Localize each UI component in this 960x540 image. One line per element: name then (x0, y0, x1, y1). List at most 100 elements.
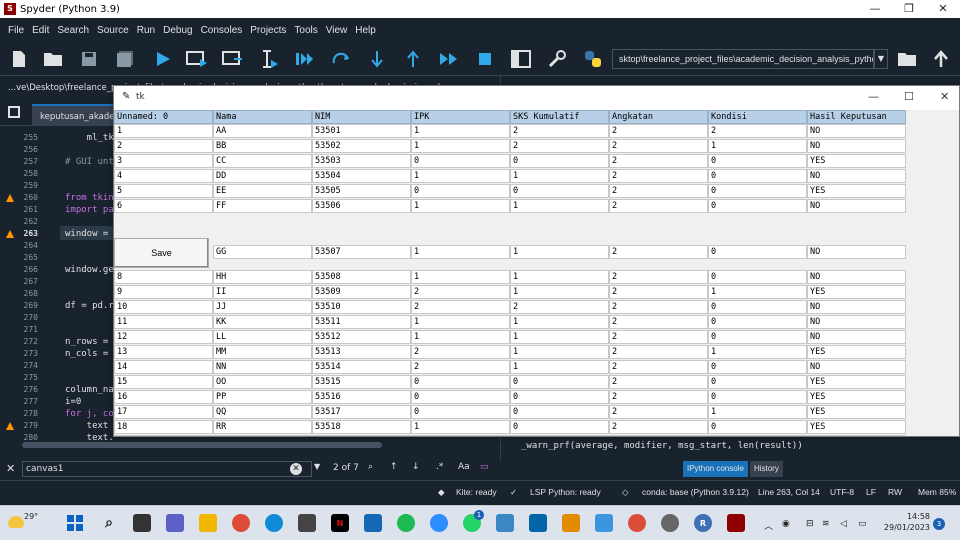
table-cell[interactable]: SS (213, 435, 312, 436)
table-cell[interactable]: 2 (609, 315, 708, 329)
debug-icon[interactable] (294, 49, 316, 69)
start-icon[interactable] (66, 514, 84, 532)
table-cell[interactable]: YES (807, 420, 906, 434)
run-cell-advance-icon[interactable] (222, 49, 244, 69)
stop-icon[interactable] (474, 49, 496, 69)
table-cell[interactable]: CC (213, 154, 312, 168)
editor-horizontal-scrollbar[interactable] (12, 440, 492, 450)
table-cell[interactable]: MM (213, 345, 312, 359)
table-cell[interactable]: 0 (708, 375, 807, 389)
working-directory-dropdown[interactable]: ▼ (874, 49, 888, 69)
table-cell[interactable]: 1 (708, 405, 807, 419)
menu-edit[interactable]: Edit (32, 25, 49, 36)
find-search-icon[interactable]: ⌕ (368, 462, 373, 472)
table-cell[interactable]: 2 (609, 169, 708, 183)
app-icon-tools[interactable] (562, 514, 580, 532)
edge-icon[interactable] (265, 514, 283, 532)
tray-chevron-icon[interactable]: ︿ (764, 519, 773, 532)
table-cell[interactable]: 19 (114, 435, 213, 436)
table-cell[interactable]: 2 (708, 124, 807, 138)
task-view-icon[interactable] (133, 514, 151, 532)
table-cell[interactable]: 18 (114, 420, 213, 434)
table-cell[interactable]: NO (807, 245, 906, 259)
wifi-icon[interactable]: ≋ (822, 519, 830, 529)
table-cell[interactable]: 2 (609, 405, 708, 419)
table-cell[interactable]: YES (807, 390, 906, 404)
table-cell[interactable]: 2 (510, 139, 609, 153)
table-cell[interactable]: 2 (609, 285, 708, 299)
browse-folder-icon[interactable] (896, 49, 918, 69)
find-previous-icon[interactable]: ↑ (390, 462, 398, 472)
menu-help[interactable]: Help (355, 25, 376, 36)
table-cell[interactable]: 53502 (312, 139, 411, 153)
table-cell[interactable]: 0 (510, 435, 609, 436)
table-cell[interactable]: QQ (213, 405, 312, 419)
find-history-dropdown[interactable]: ▼ (314, 462, 320, 471)
table-cell[interactable]: 53507 (312, 245, 411, 259)
table-cell[interactable]: 1 (411, 330, 510, 344)
table-cell[interactable]: 0 (510, 420, 609, 434)
table-cell[interactable]: 6 (114, 199, 213, 213)
tray-network-icon[interactable]: ⊟ (806, 519, 814, 529)
table-cell[interactable]: 16 (114, 390, 213, 404)
table-cell[interactable]: 9 (114, 285, 213, 299)
table-cell[interactable]: NO (807, 169, 906, 183)
table-cell[interactable]: 12 (114, 330, 213, 344)
maximize-pane-icon[interactable] (510, 49, 532, 69)
table-cell[interactable]: II (213, 285, 312, 299)
table-cell[interactable]: 2 (609, 124, 708, 138)
table-cell[interactable]: 1 (411, 169, 510, 183)
run-icon[interactable] (152, 49, 174, 69)
save-icon[interactable] (78, 49, 100, 69)
table-cell[interactable]: NO (807, 124, 906, 138)
new-file-icon[interactable] (8, 49, 30, 69)
table-cell[interactable]: 0 (708, 270, 807, 284)
spotify-icon[interactable] (397, 514, 415, 532)
table-cell[interactable]: 14 (114, 360, 213, 374)
step-into-icon[interactable] (366, 49, 388, 69)
battery-icon[interactable]: ▭ (858, 519, 867, 529)
table-cell[interactable]: EE (213, 184, 312, 198)
table-cell[interactable]: 0 (510, 154, 609, 168)
table-cell[interactable]: 1 (411, 139, 510, 153)
table-cell[interactable]: 53516 (312, 390, 411, 404)
clock[interactable]: 14:58 29/01/2023 (882, 511, 930, 533)
table-cell[interactable]: 2 (510, 300, 609, 314)
menu-debug[interactable]: Debug (163, 25, 192, 36)
zoom-icon[interactable] (430, 514, 448, 532)
table-cell[interactable]: 53517 (312, 405, 411, 419)
table-cell[interactable]: 53506 (312, 199, 411, 213)
table-cell[interactable]: KK (213, 315, 312, 329)
table-cell[interactable]: 0 (411, 435, 510, 436)
r-app-icon[interactable]: R (694, 514, 712, 532)
step-over-icon[interactable] (330, 49, 352, 69)
table-cell[interactable]: 0 (708, 390, 807, 404)
vscode-icon[interactable] (529, 514, 547, 532)
table-cell[interactable]: 17 (114, 405, 213, 419)
table-cell[interactable]: 2 (609, 245, 708, 259)
table-cell[interactable]: JJ (213, 300, 312, 314)
table-cell[interactable]: 53508 (312, 270, 411, 284)
table-cell[interactable]: 8 (114, 270, 213, 284)
table-cell[interactable]: 53503 (312, 154, 411, 168)
menu-consoles[interactable]: Consoles (201, 25, 243, 36)
table-cell[interactable]: 0 (708, 169, 807, 183)
restore-icon[interactable]: ❐ (892, 0, 926, 18)
table-cell[interactable]: 2 (609, 154, 708, 168)
menu-source[interactable]: Source (97, 25, 129, 36)
table-cell[interactable]: 0 (708, 360, 807, 374)
table-cell[interactable]: YES (807, 154, 906, 168)
table-cell[interactable]: 1 (510, 315, 609, 329)
table-cell[interactable]: 0 (708, 300, 807, 314)
table-cell[interactable]: 2 (609, 199, 708, 213)
store-icon[interactable] (298, 514, 316, 532)
teams-chat-icon[interactable] (166, 514, 184, 532)
save-all-icon[interactable] (114, 49, 136, 69)
table-cell[interactable]: 1 (411, 420, 510, 434)
weather-widget[interactable]: 29° (8, 510, 48, 538)
preferences-wrench-icon[interactable] (546, 49, 568, 69)
parent-directory-icon[interactable] (930, 49, 952, 69)
menu-search[interactable]: Search (57, 25, 89, 36)
close-icon[interactable]: ✕ (926, 0, 960, 18)
table-cell[interactable]: 53518 (312, 420, 411, 434)
